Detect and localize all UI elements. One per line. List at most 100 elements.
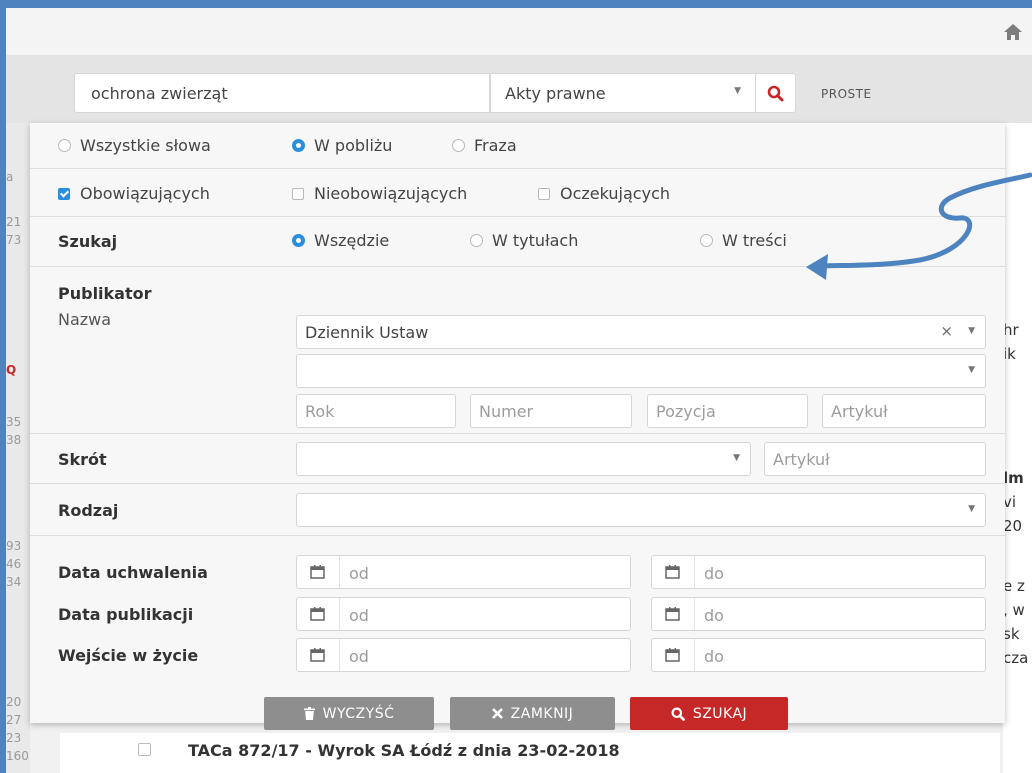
chevron-down-icon: ▼ [733,453,740,463]
date-effective-to[interactable]: do [651,638,986,672]
bg-fragment: 23 [6,731,22,745]
year-input[interactable]: Rok [296,394,456,428]
date-from-placeholder: od [349,564,369,583]
search-button[interactable]: SZUKAJ [630,697,788,730]
checkbox-not-in-force[interactable]: Nieobowiązujących [292,184,467,203]
bg-fragment: 21 [6,215,22,229]
chevron-down-icon: ▼ [968,326,975,336]
bg-fragment: e z [1003,577,1025,595]
clear-icon[interactable]: × [940,322,953,340]
background-result-row: TACa 872/17 - Wyrok SA Łódź z dnia 23-02… [60,733,1000,773]
annotation-arrow [806,172,1032,280]
chevron-down-icon: ▼ [968,365,975,375]
skrot-label: Skrót [58,450,107,469]
home-icon[interactable] [1002,22,1024,42]
date-published-label: Data publikacji [58,605,194,624]
date-effective-label: Wejście w życie [58,646,199,665]
radio-indicator [700,234,713,247]
date-published-to[interactable]: do [651,597,986,631]
checkbox-in-force[interactable]: Obowiązujących [58,184,210,203]
search-icon [671,707,685,721]
radio-in-titles[interactable]: W tytułach [470,231,578,250]
skrot-row: Skrót ▼ Artykuł [30,433,1005,484]
date-enacted-to[interactable]: do [651,555,986,589]
calendar-icon[interactable] [652,598,695,630]
radio-label: Wszędzie [314,231,390,250]
bg-fragment: 20 [1003,517,1023,535]
app-window: ochrona zwierząt Akty prawne ▼ PROSTE a … [0,0,1032,773]
dates-section: Data uchwalenia od do Data publikacji od… [30,535,1005,685]
radio-label: Wszystkie słowa [80,136,211,155]
close-icon [491,708,503,719]
date-enacted-label: Data uchwalenia [58,563,208,582]
publikator-heading: Publikator [58,284,152,303]
publikator-name-label: Nazwa [58,310,112,329]
date-to-placeholder: do [704,606,724,625]
publikator-secondary-select[interactable]: ▼ [296,354,986,388]
checkbox-indicator [292,187,304,200]
bg-fragment: lm [1003,469,1024,487]
document-type-select[interactable]: Akty prawne ▼ [490,73,756,113]
top-bar [6,8,1032,55]
result-checkbox[interactable] [138,743,151,756]
radio-label: W tytułach [492,231,579,250]
close-button-label: ZAMKNIJ [510,705,574,722]
number-input[interactable]: Numer [470,394,632,428]
bg-fragment: 34 [6,575,22,589]
checkbox-label: Oczekujących [560,184,670,203]
clear-button[interactable]: WYCZYŚĆ [264,697,434,730]
date-enacted-from[interactable]: od [296,555,631,589]
chevron-down-icon: ▼ [734,86,741,96]
publikator-name-select[interactable]: Dziennik Ustaw × ▼ [296,315,986,349]
background-left-column: a 21 73 Q 35 38 93 46 34 20 27 23 160 [6,123,30,773]
checkbox-label: Nieobowiązujących [314,184,468,203]
calendar-icon[interactable] [297,598,340,630]
calendar-icon[interactable] [652,639,695,671]
calendar-icon[interactable] [297,556,340,588]
rodzaj-row: Rodzaj ▼ [30,483,1005,536]
calendar-icon[interactable] [297,639,340,671]
bg-fragment: sk [1003,625,1020,643]
radio-phrase[interactable]: Fraza [452,136,517,155]
rodzaj-select[interactable]: ▼ [296,493,986,527]
clear-button-label: WYCZYŚĆ [322,705,395,722]
radio-label: W treści [722,231,787,250]
search-input[interactable]: ochrona zwierząt [74,73,490,113]
bg-fragment: Q [6,363,17,377]
bg-fragment: 20 [6,695,22,709]
bg-fragment: 27 [6,713,22,727]
radio-all-words[interactable]: Wszystkie słowa [58,136,211,155]
simple-search-link[interactable]: PROSTE [821,87,872,101]
date-published-from[interactable]: od [296,597,631,631]
radio-label: W pobliżu [314,136,393,155]
bg-fragment: 93 [6,539,22,553]
checkbox-indicator [538,187,550,200]
checkbox-pending[interactable]: Oczekujących [538,184,670,203]
search-icon [767,85,784,102]
position-input[interactable]: Pozycja [647,394,808,428]
radio-indicator [58,139,71,152]
close-button[interactable]: ZAMKNIJ [450,697,615,730]
search-submit-button[interactable] [756,73,796,113]
trash-icon [303,707,315,720]
date-from-placeholder: od [349,606,369,625]
radio-in-content[interactable]: W treści [700,231,787,250]
skrot-article-input[interactable]: Artykuł [764,442,986,476]
bg-fragment: 46 [6,557,22,571]
calendar-icon[interactable] [652,556,695,588]
scope-label: Szukaj [58,232,118,251]
article-input[interactable]: Artykuł [822,394,986,428]
highlight-border-left [0,0,6,773]
checkbox-indicator [58,187,70,200]
result-title[interactable]: TACa 872/17 - Wyrok SA Łódź z dnia 23-02… [188,741,620,760]
bg-fragment: hr [1003,321,1019,339]
radio-nearby[interactable]: W pobliżu [292,136,392,155]
bg-fragment: cza [1003,649,1029,667]
date-effective-from[interactable]: od [296,638,631,672]
radio-everywhere[interactable]: Wszędzie [292,231,389,250]
search-query: ochrona zwierząt [91,84,228,103]
publikator-name-value: Dziennik Ustaw [305,323,429,342]
radio-indicator [292,139,305,152]
bg-fragment: 35 [6,415,22,429]
skrot-select[interactable]: ▼ [296,442,751,476]
